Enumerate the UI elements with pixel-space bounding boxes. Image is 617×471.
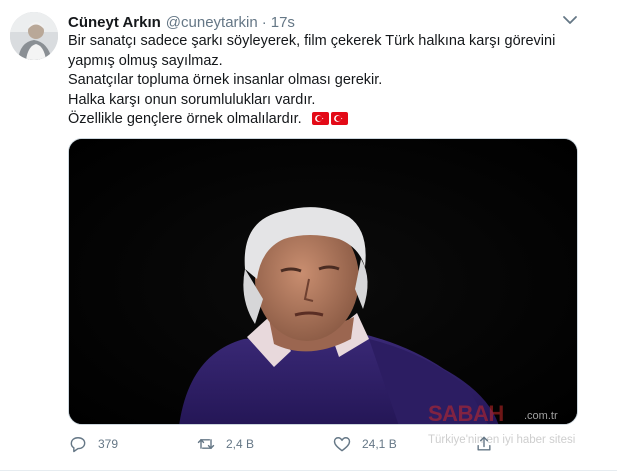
tweet-text-line: Sanatçılar topluma örnek insanlar olması… [68,72,383,88]
retweet-count: 2,4 B [226,437,255,451]
tweet-text-line: yapmış olmuş sayılmaz. [68,52,223,69]
tweet-text-line: Özellikle gençlere örnek olmalılardır. [68,111,302,127]
tweet-text-line-last: Özellikle gençlere örnek olmalılardır. [68,110,578,130]
watermark-brand: SABAH [428,401,504,426]
retweet-icon [197,438,215,450]
like-count: 24,1 B [362,437,397,451]
avatar[interactable] [10,12,58,60]
reply-icon [70,437,86,453]
share-button[interactable] [474,432,494,456]
author-name[interactable]: Cüneyt Arkın [68,14,161,31]
tweet-text-line: Halka karşı onun sorumlulukları vardır. [68,91,316,108]
tweet-media-photo[interactable] [68,138,578,425]
watermark-domain: .com.tr [524,410,558,422]
tweet-actions: 379 2,4 B 24,1 B [68,432,498,456]
reply-count: 379 [98,437,119,451]
man-portrait-photo [69,139,577,424]
flag-emojis [311,112,348,125]
tweet-text-line: Bir sanatçı sadece şarkı söyleyerek, fil… [68,33,556,49]
turkey-flag-icon [311,112,329,125]
tweet-text: Bir sanatçı sadece şarkı söyleyerek, fil… [68,32,578,130]
heart-icon [333,437,351,452]
like-button[interactable]: 24,1 B [332,432,397,456]
author-handle[interactable]: @cuneytarkin [166,14,258,31]
tweet-timestamp[interactable]: 17s [271,14,295,31]
retweet-button[interactable]: 2,4 B [196,432,254,456]
share-icon [477,436,491,451]
reply-button[interactable]: 379 [68,432,118,456]
turkey-flag-icon [330,112,348,125]
tweet-header: Cüneyt Arkın @cuneytarkin · 17s [68,11,295,33]
avatar-photo [10,12,58,60]
tweet-card[interactable]: Cüneyt Arkın @cuneytarkin · 17s Bir sana… [0,0,617,471]
chevron-down-icon[interactable] [561,11,579,29]
separator-dot: · [261,13,267,31]
